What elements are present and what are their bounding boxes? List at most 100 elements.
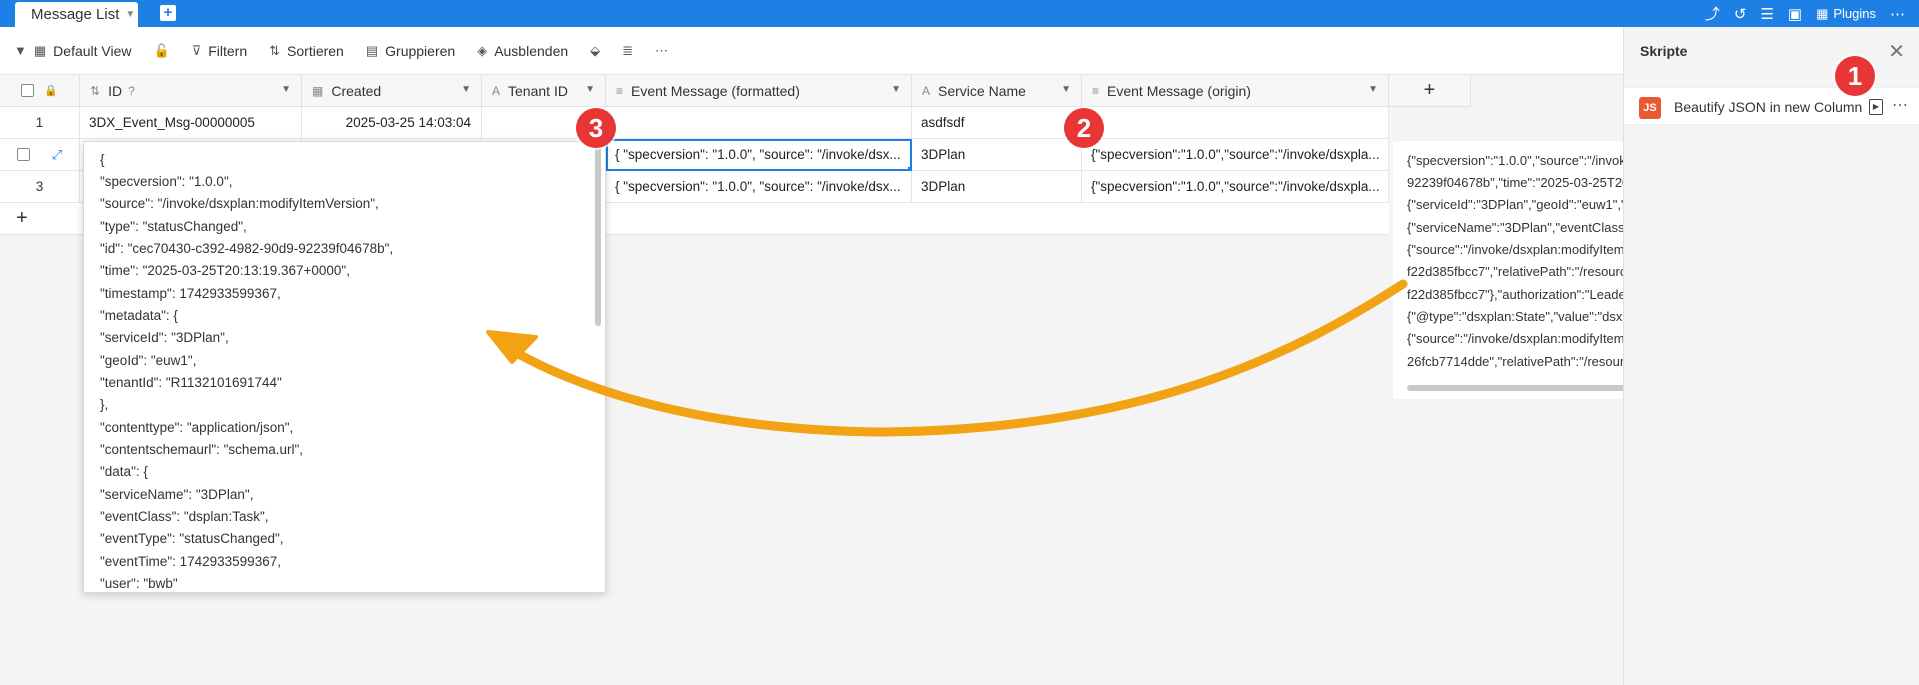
popup-line: "timestamp": 1742933599367, [100, 286, 281, 301]
filter-label: Filtern [208, 42, 248, 59]
group-button[interactable]: ▤ Gruppieren [366, 43, 455, 59]
column-title: Created [331, 82, 382, 99]
cell-service-name[interactable]: asdfsdf [912, 107, 1082, 139]
view-toolbar: ▼ ▦ Default View 🔓 ⊽ Filtern ⇅ Sortieren… [0, 27, 1623, 75]
popup-line: "source": "/invoke/dsxplan:modifyItemVer… [100, 196, 379, 211]
row-select: ⤢ [0, 139, 80, 171]
more-icon[interactable]: ⋯ [1892, 95, 1908, 115]
cell-event-formatted[interactable]: { "specversion": "1.0.0", "source": "/in… [606, 171, 912, 203]
long-text-icon: ≡ [616, 83, 624, 98]
add-tab-button[interactable]: + [160, 5, 176, 21]
popup-line: "eventType": "statusChanged", [100, 531, 284, 546]
popup-line: "id": "cec70430-c392-4982-90d9-92239f046… [100, 241, 394, 256]
chevron-down-icon: ▼ [14, 43, 27, 58]
cell-text: { "specversion": "1.0.0", "source": "/in… [615, 147, 901, 162]
cell-created[interactable]: 2025-03-25 14:03:04 [302, 107, 482, 139]
popup-scrollbar[interactable] [595, 146, 601, 326]
long-text-icon: ≡ [1092, 83, 1100, 98]
popup-line: "data": { [100, 464, 148, 479]
popup-line: "metadata": { [100, 308, 178, 323]
column-header-id[interactable]: ⇅ ID ? ▼ [80, 75, 302, 107]
row-height-icon[interactable]: ≣ [622, 43, 633, 59]
more-icon[interactable]: ⋯ [655, 43, 668, 59]
share-icon[interactable]: ⤴ [1705, 3, 1720, 24]
group-icon: ▤ [365, 42, 379, 58]
tab-message-list[interactable]: Message List ▼ [15, 2, 138, 27]
cell-event-origin[interactable]: {"specversion":"1.0.0","source":"/invoke… [1082, 171, 1389, 203]
popup-line: }, [100, 397, 109, 412]
chevron-down-icon[interactable]: ▼ [281, 84, 291, 95]
popup-line: "eventTime": 1742933599367, [100, 554, 281, 569]
popup-line: "contentschemaurl": "schema.url", [100, 442, 304, 457]
plugins-button[interactable]: ▦ Plugins [1816, 6, 1876, 22]
column-header-created[interactable]: ▦ Created ▼ [302, 75, 482, 107]
filter-icon: ⊽ [191, 42, 202, 58]
sort-icon: ⇅ [269, 42, 281, 58]
lock-icon[interactable]: 🔓 [154, 43, 170, 59]
cell-id[interactable]: 3DX_Event_Msg-00000005 [80, 107, 302, 139]
column-header-event-origin[interactable]: ≡ Event Message (origin) ▼ [1082, 75, 1389, 107]
cell-expanded-popup: { "specversion": "1.0.0", "source": "/in… [83, 141, 606, 593]
column-header-tenant-id[interactable]: A Tenant ID ▼ [482, 75, 606, 107]
popup-line: "user": "bwb" [100, 576, 178, 591]
expand-row-icon[interactable]: ⤢ [52, 147, 62, 163]
annotation-badge-2: 2 [1064, 108, 1104, 148]
chevron-down-icon[interactable]: ▼ [1061, 84, 1071, 95]
annotation-badge-1: 1 [1835, 56, 1875, 96]
chevron-down-icon[interactable]: ▼ [891, 84, 901, 95]
chevron-down-icon[interactable]: ▼ [125, 9, 135, 20]
row-checkbox[interactable] [16, 148, 30, 161]
lock-icon[interactable]: 🔒 [44, 84, 58, 97]
more-icon[interactable]: ⋯ [1890, 5, 1905, 23]
view-selector[interactable]: ▼ ▦ Default View [14, 43, 132, 59]
eye-off-icon: ◈ [477, 42, 488, 58]
run-icon[interactable]: ▶ [1869, 99, 1883, 115]
select-all-checkbox[interactable] [21, 84, 35, 97]
help-icon[interactable]: ? [128, 84, 135, 98]
header-select-all: 🔒 [0, 75, 80, 107]
sort-label: Sortieren [287, 42, 344, 59]
cell-event-formatted[interactable] [606, 107, 912, 139]
column-title: Event Message (origin) [1107, 82, 1251, 99]
hide-label: Ausblenden [494, 42, 569, 59]
plugins-icon: ▦ [1816, 5, 1829, 21]
popup-line: "geoId": "euw1", [100, 353, 197, 368]
column-header-service-name[interactable]: A Service Name ▼ [912, 75, 1082, 107]
popup-line: "contenttype": "application/json", [100, 420, 294, 435]
column-header-event-formatted[interactable]: ≡ Event Message (formatted) ▼ [606, 75, 912, 107]
settings-sliders-icon[interactable]: ☰ [1760, 5, 1773, 23]
column-title: Event Message (formatted) [631, 82, 800, 99]
cell-event-origin[interactable]: {"specversion":"1.0.0","source":"/invoke… [1082, 139, 1389, 171]
paint-bucket-icon[interactable]: ⬙ [590, 43, 600, 59]
popup-line: "time": "2025-03-25T20:13:19.367+0000", [100, 263, 350, 278]
view-name: Default View [53, 42, 132, 59]
tab-label: Message List [31, 6, 120, 23]
code-icon[interactable]: ▣ [1788, 5, 1802, 23]
table-icon: ▦ [33, 42, 47, 58]
top-actions: ⤴ ↺ ☰ ▣ ▦ Plugins ⋯ [1705, 0, 1905, 27]
cell-event-formatted-selected[interactable]: { "specversion": "1.0.0", "source": "/in… [606, 139, 914, 173]
popup-line: "eventClass": "dsplan:Task", [100, 509, 269, 524]
row-number: 1 [0, 107, 80, 139]
popup-line: { [100, 152, 105, 167]
add-column-button[interactable]: + [1389, 75, 1471, 107]
cell-event-origin[interactable] [1082, 107, 1389, 139]
script-name: Beautify JSON in new Column [1674, 99, 1863, 115]
sort-button[interactable]: ⇅ Sortieren [269, 43, 344, 59]
close-icon[interactable]: ✕ [1888, 39, 1905, 64]
chevron-down-icon[interactable]: ▼ [461, 84, 471, 95]
top-bar: Message List ▼ + ⤴ ↺ ☰ ▣ ▦ Plugins ⋯ [0, 0, 1919, 27]
text-type-icon: A [922, 83, 931, 98]
script-item[interactable]: JS Beautify JSON in new Column ▶ ⋯ [1624, 87, 1919, 125]
history-icon[interactable]: ↺ [1734, 5, 1747, 23]
chevron-down-icon[interactable]: ▼ [585, 84, 595, 95]
text-type-icon: A [492, 83, 501, 98]
annotation-badge-3: 3 [576, 108, 616, 148]
column-type-icon: ⇅ [90, 83, 101, 98]
hide-button[interactable]: ◈ Ausblenden [477, 43, 568, 59]
panel-title: Skripte [1640, 43, 1688, 59]
cell-service-name[interactable]: 3DPlan [912, 171, 1082, 203]
chevron-down-icon[interactable]: ▼ [1368, 84, 1378, 95]
cell-service-name[interactable]: 3DPlan [912, 139, 1082, 171]
filter-button[interactable]: ⊽ Filtern [192, 43, 247, 59]
